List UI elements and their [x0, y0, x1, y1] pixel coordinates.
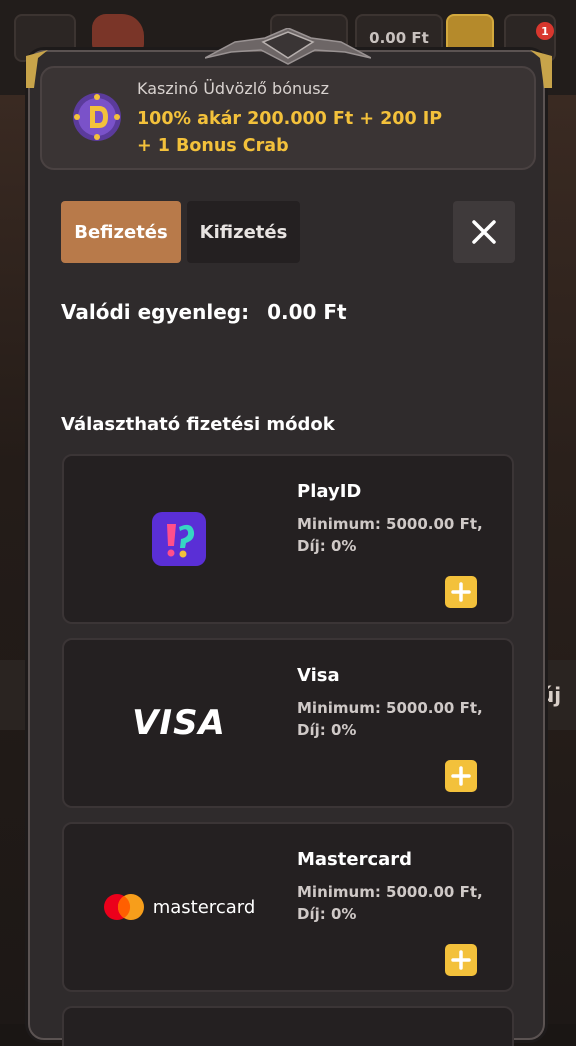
method-fee: Díj: 0%	[297, 721, 357, 739]
playid-icon	[152, 512, 206, 566]
method-name: Mastercard	[297, 849, 413, 870]
method-minimum: Minimum: 5000.00 Ft,	[297, 699, 483, 717]
payment-method-mastercard[interactable]: mastercard Mastercard Minimum: 5000.00 F…	[62, 822, 514, 992]
playid-logo	[64, 456, 294, 622]
visa-logo: VISA	[64, 640, 294, 806]
payment-method-partial[interactable]	[62, 1006, 514, 1046]
balance-label: Valódi egyenleg:	[61, 300, 250, 324]
add-mastercard-button[interactable]	[445, 944, 477, 976]
real-balance: Valódi egyenleg: 0.00 Ft	[61, 300, 347, 324]
method-fee: Díj: 0%	[297, 905, 357, 923]
mastercard-circles-icon	[103, 894, 144, 920]
close-icon	[472, 220, 496, 244]
tab-withdraw[interactable]: Kifizetés	[187, 201, 300, 263]
method-details: Minimum: 5000.00 Ft, Díj: 0%	[297, 513, 497, 557]
welcome-bonus-banner[interactable]: Kaszinó Üdvözlő bónusz 100% akár 200.000…	[40, 66, 536, 170]
method-fee: Díj: 0%	[297, 537, 357, 555]
background-art-left	[0, 95, 30, 1024]
bonus-description: 100% akár 200.000 Ft + 200 IP + 1 Bonus …	[137, 109, 443, 156]
close-button[interactable]	[453, 201, 515, 263]
payment-method-visa[interactable]: VISA Visa Minimum: 5000.00 Ft, Díj: 0%	[62, 638, 514, 808]
method-name: Visa	[297, 665, 340, 686]
plus-icon	[451, 582, 471, 602]
modal-top-ornament	[205, 28, 371, 65]
mastercard-logo: mastercard	[64, 824, 294, 990]
payment-methods-title: Választható fizetési módok	[61, 414, 335, 435]
method-details: Minimum: 5000.00 Ft, Díj: 0%	[297, 881, 497, 925]
method-minimum: Minimum: 5000.00 Ft,	[297, 515, 483, 533]
app-logo	[92, 14, 144, 54]
plus-icon	[451, 950, 471, 970]
payment-method-playid[interactable]: PlayID Minimum: 5000.00 Ft, Díj: 0%	[62, 454, 514, 624]
add-playid-button[interactable]	[445, 576, 477, 608]
add-visa-button[interactable]	[445, 760, 477, 792]
method-minimum: Minimum: 5000.00 Ft,	[297, 883, 483, 901]
method-details: Minimum: 5000.00 Ft, Díj: 0%	[297, 697, 497, 741]
method-name: PlayID	[297, 481, 362, 502]
bonus-coin-icon	[73, 93, 121, 141]
bonus-title: Kaszinó Üdvözlő bónusz	[137, 79, 330, 98]
notification-badge: 1	[536, 22, 554, 40]
mastercard-logo-text: mastercard	[152, 896, 256, 918]
plus-icon	[451, 766, 471, 786]
tab-deposit[interactable]: Befizetés	[61, 201, 181, 263]
visa-logo-text: VISA	[132, 703, 226, 743]
balance-value: 0.00 Ft	[267, 300, 347, 324]
